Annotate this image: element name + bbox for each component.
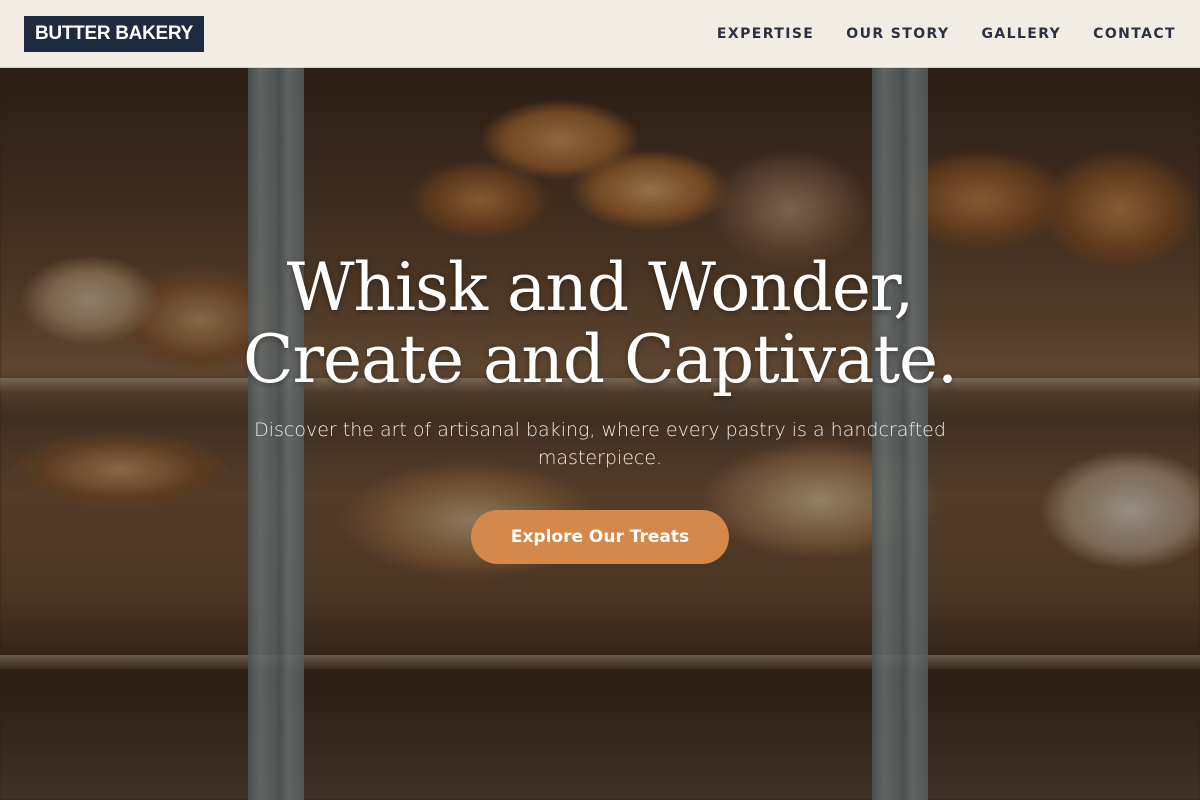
nav-item-our-story: OUR STORY bbox=[846, 25, 949, 43]
explore-treats-button[interactable]: Explore Our Treats bbox=[470, 510, 730, 564]
nav-item-expertise: EXPERTISE bbox=[717, 25, 814, 43]
hero-subtitle: Discover the art of artisanal baking, wh… bbox=[254, 419, 946, 469]
nav-link-our-story[interactable]: OUR STORY bbox=[846, 26, 949, 42]
hero-title-line-2: Create and Captivate. bbox=[242, 321, 958, 398]
hero-title-line-1: Whisk and Wonder, bbox=[286, 249, 915, 326]
nav-item-gallery: GALLERY bbox=[981, 25, 1061, 43]
nav-link-gallery[interactable]: GALLERY bbox=[981, 26, 1061, 42]
site-header: BUTTER BAKERY EXPERTISE OUR STORY GALLER… bbox=[0, 0, 1200, 68]
nav-link-contact[interactable]: CONTACT bbox=[1093, 26, 1176, 42]
nav-item-contact: CONTACT bbox=[1093, 25, 1176, 43]
logo[interactable]: BUTTER BAKERY bbox=[24, 15, 204, 52]
hero-content: Whisk and Wonder, Create and Captivate. … bbox=[0, 252, 1200, 564]
main-nav: EXPERTISE OUR STORY GALLERY CONTACT bbox=[717, 25, 1176, 43]
hero-title: Whisk and Wonder, Create and Captivate. bbox=[0, 252, 1200, 396]
nav-link-expertise[interactable]: EXPERTISE bbox=[717, 26, 814, 42]
